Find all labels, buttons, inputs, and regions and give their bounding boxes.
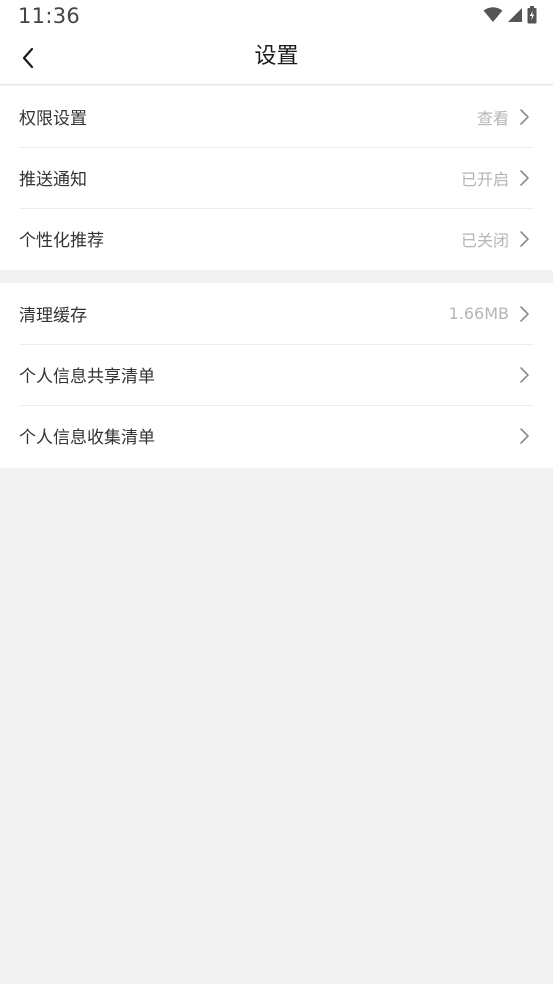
personalized-recommendation-row[interactable]: 个性化推荐 已关闭 [0,208,553,269]
chevron-right-icon [520,230,529,247]
clear-cache-row[interactable]: 清理缓存 1.66MB [0,283,553,344]
row-label: 推送通知 [19,170,87,190]
status-time: 11:36 [18,4,81,28]
settings-group-2: 清理缓存 1.66MB 个人信息共享清单 个人信息收集清单 [0,283,553,468]
chevron-right-icon [520,169,529,186]
row-label: 权限设置 [19,109,87,129]
signal-icon [508,8,522,22]
chevron-right-icon [520,366,529,383]
row-value: 已开启 [460,169,509,189]
personal-info-sharing-list-row[interactable]: 个人信息共享清单 [0,344,553,405]
settings-group-1: 权限设置 查看 推送通知 已开启 个性化推荐 已关闭 [0,86,553,270]
row-value: 已关闭 [460,230,509,250]
row-value: 查看 [476,108,509,128]
row-label: 个性化推荐 [19,231,104,251]
wifi-icon [483,7,503,22]
status-bar: 11:36 [0,0,553,32]
chevron-right-icon [520,305,529,322]
row-label: 个人信息收集清单 [19,428,155,448]
chevron-right-icon [520,108,529,125]
status-icons [483,6,537,24]
row-label: 清理缓存 [19,306,87,326]
row-label: 个人信息共享清单 [19,367,155,387]
permission-settings-row[interactable]: 权限设置 查看 [0,86,553,147]
personal-info-collection-list-row[interactable]: 个人信息收集清单 [0,405,553,466]
navigation-bar: 设置 [0,32,553,85]
row-value: 1.66MB [448,304,509,323]
chevron-right-icon [520,427,529,444]
push-notification-row[interactable]: 推送通知 已开启 [0,147,553,208]
page-title: 设置 [254,44,299,69]
battery-charging-icon [527,6,537,24]
